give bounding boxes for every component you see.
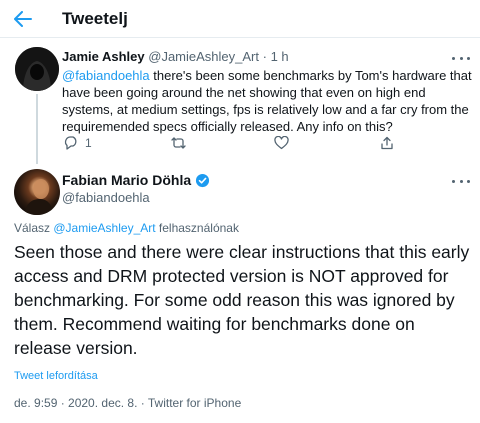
translate-tweet-link[interactable]: Tweet lefordítása xyxy=(14,370,98,382)
reply-author-handle[interactable]: @JamieAshley_Art xyxy=(148,49,259,64)
avatar[interactable] xyxy=(14,169,60,215)
mention-link[interactable]: @fabiandoehla xyxy=(62,68,150,83)
main-author-handle[interactable]: @fabiandoehla xyxy=(62,190,150,205)
retweet-button[interactable] xyxy=(170,136,193,150)
reply-tweet-text: @fabiandoehla there's been some benchmar… xyxy=(62,67,474,135)
reply-button[interactable]: 1 xyxy=(64,136,92,150)
hooded-figure-icon xyxy=(15,47,59,91)
meta-separator: · xyxy=(259,49,271,64)
arrow-left-icon xyxy=(14,11,32,27)
main-tweet-text: Seen those and there were clear instruct… xyxy=(14,242,470,358)
reply-icon xyxy=(64,136,77,150)
replying-suffix: felhasználónak xyxy=(155,221,239,235)
main-author-name[interactable]: Fabian Mario Döhla xyxy=(62,172,191,188)
replying-to-line: Válasz @JamieAshley_Art felhasználónak xyxy=(14,221,239,235)
avatar[interactable] xyxy=(15,47,59,91)
retweet-icon xyxy=(171,137,186,149)
like-button[interactable] xyxy=(274,136,295,150)
tweet-timestamp[interactable]: de. 9:59 · 2020. dec. 8. · Twitter for i… xyxy=(14,396,241,410)
share-button[interactable] xyxy=(380,136,394,150)
replying-prefix: Válasz xyxy=(14,221,54,235)
top-bar: Tweetelj xyxy=(0,0,480,38)
reply-count: 1 xyxy=(85,136,92,150)
back-button[interactable] xyxy=(10,6,36,32)
profile-photo-icon xyxy=(24,179,54,215)
main-author-name-row[interactable]: Fabian Mario Döhla xyxy=(62,172,210,188)
thread-connector-line xyxy=(36,94,38,164)
share-icon xyxy=(381,136,393,150)
reply-action-bar: 1 xyxy=(62,136,462,154)
verified-badge-icon xyxy=(196,173,210,187)
more-options-icon[interactable] xyxy=(452,176,470,186)
reply-time-ago[interactable]: 1 h xyxy=(271,49,289,64)
replying-mention-link[interactable]: @JamieAshley_Art xyxy=(53,221,155,235)
page-title: Tweetelj xyxy=(62,9,128,28)
more-options-icon[interactable] xyxy=(452,53,470,63)
reply-author-row: Jamie Ashley @JamieAshley_Art · 1 h xyxy=(62,49,289,64)
heart-icon xyxy=(274,136,289,150)
reply-author-name[interactable]: Jamie Ashley xyxy=(62,49,145,64)
